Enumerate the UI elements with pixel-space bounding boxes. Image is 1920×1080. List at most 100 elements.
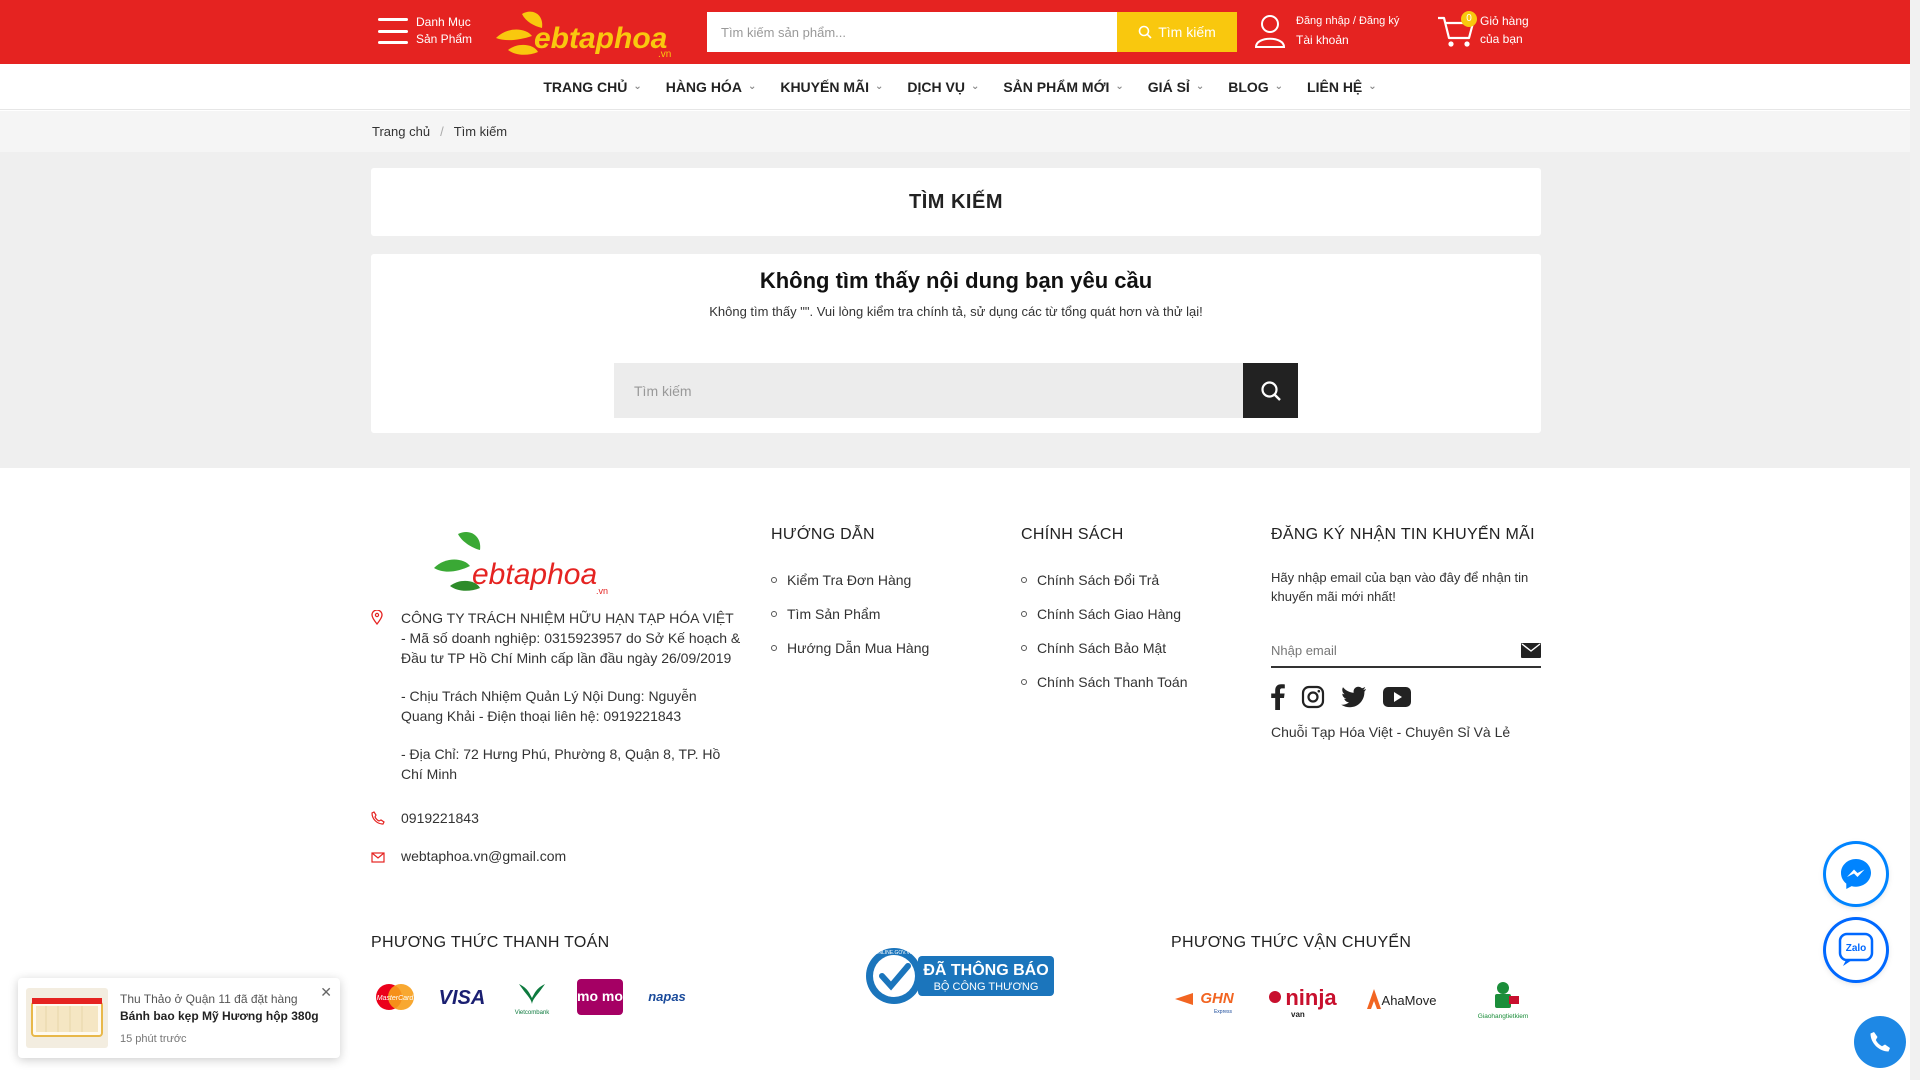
policy-link-shipping[interactable]: Chính Sách Giao Hàng	[1021, 606, 1188, 622]
page-title: TÌM KIẾM	[909, 190, 1003, 213]
facebook-icon[interactable]	[1271, 684, 1285, 710]
phone-icon	[371, 811, 385, 825]
chevron-down-icon: ⌄	[970, 81, 980, 92]
not-found-description: Không tìm thấy "". Vui lòng kiểm tra chí…	[709, 304, 1203, 319]
subscribe-email-input[interactable]	[1271, 642, 1491, 658]
social-links	[1271, 684, 1541, 710]
svg-text:AhaMove: AhaMove	[1382, 993, 1437, 1008]
shipping-logos: GHN Express ninja van AhaMove Giaohangtiet…	[1171, 978, 1543, 1022]
menu-line2: Sản Phẩm	[416, 32, 473, 46]
search-result-card: Không tìm thấy nội dung bạn yêu cầu Khôn…	[371, 254, 1541, 433]
policy-link-returns[interactable]: Chính Sách Đổi Trả	[1021, 572, 1188, 588]
nav-item-contact[interactable]: LIÊN HỆ ⌄	[1307, 79, 1377, 95]
account-line2: Tài khoản	[1296, 33, 1349, 47]
footer-email[interactable]: webtaphoa.vn@gmail.com	[401, 846, 566, 868]
main-nav: TRANG CHỦ ⌄ HÀNG HÓA ⌄ KHUYẾN MÃI ⌄ DỊCH VỤ…	[0, 64, 1920, 110]
youtube-icon[interactable]	[1383, 687, 1411, 707]
nav-item-blog[interactable]: BLOG ⌄	[1228, 79, 1283, 95]
menu-line1: Danh Mục	[416, 15, 471, 29]
page-scrollbar[interactable]	[1910, 0, 1920, 1080]
call-button[interactable]	[1854, 1016, 1906, 1068]
footer-logo[interactable]: ebtaphoa .vn	[428, 528, 618, 598]
gov-badge-line1: ĐÃ THÔNG BÁO	[923, 959, 1048, 979]
ministry-registered-badge[interactable]: ONLINE.GOV.VN ĐÃ THÔNG BÁO BỘ CÔNG THƯƠN…	[864, 946, 1056, 1006]
footer-phone[interactable]: 0919221843	[401, 808, 479, 830]
shipping-methods-title: PHƯƠNG THỨC VẬN CHUYỂN	[1171, 934, 1412, 951]
subscribe-column: ĐĂNG KÝ NHẬN TIN KHUYẾN MÃI Hãy nhập ema…	[1271, 526, 1541, 740]
guide-link-find-product[interactable]: Tìm Sản Phẩm	[771, 606, 929, 622]
company-address: - Địa Chỉ: 72 Hưng Phú, Phường 8, Quận 8…	[401, 746, 721, 782]
company-contact: CÔNG TY TRÁCH NHIỆM HỮU HẠN TẠP HÓA VIỆT…	[371, 608, 741, 884]
hamburger-icon	[378, 18, 408, 44]
chevron-down-icon: ⌄	[875, 81, 884, 92]
header-search-input[interactable]	[707, 12, 1117, 52]
order-buyer: Thu Thảo ở Quận 11 đã đặt hàng	[120, 992, 298, 1006]
zalo-button[interactable]: Zalo	[1826, 920, 1886, 980]
page-search	[614, 363, 1298, 418]
ahamove-logo: AhaMove	[1367, 989, 1437, 1009]
site-logo[interactable]: ebtaphoa .vn	[488, 6, 688, 60]
svg-text:GHN: GHN	[1200, 990, 1235, 1007]
messenger-button[interactable]	[1826, 844, 1886, 904]
nav-item-promotions[interactable]: KHUYẾN MÃI ⌄	[780, 79, 883, 95]
vietcombank-logo: Vietcombank	[515, 984, 551, 1016]
svg-text:Vietcombank: Vietcombank	[515, 1010, 551, 1016]
ghn-logo: GHN Express	[1175, 990, 1235, 1015]
momo-logo: mo mo	[577, 979, 623, 1015]
nav-item-services[interactable]: DỊCH VỤ ⌄	[907, 79, 979, 95]
svg-text:Express: Express	[1214, 1009, 1233, 1015]
user-icon	[1254, 15, 1286, 48]
category-menu-button[interactable]: Danh Mục Sản Phẩm	[378, 14, 472, 48]
page-search-button[interactable]	[1243, 363, 1298, 418]
napas-logo: napas	[648, 989, 686, 1004]
payment-methods-title: PHƯƠNG THỨC THANH TOÁN	[371, 934, 610, 951]
nav-item-products[interactable]: HÀNG HÓA ⌄	[666, 79, 757, 95]
gov-badge-ring: ONLINE.GOV.VN	[875, 950, 914, 956]
search-icon	[1138, 25, 1152, 39]
subscribe-form	[1271, 634, 1541, 668]
cart-link[interactable]: 0 Giỏ hàng của bạn	[1436, 10, 1529, 50]
giaohangtietkiem-logo: Giaohangtietkiem	[1478, 982, 1529, 1020]
zalo-icon: Zalo	[1838, 932, 1874, 966]
svg-text:ninja: ninja	[1285, 985, 1337, 1010]
close-icon[interactable]: ✕	[320, 984, 332, 1001]
svg-text:van: van	[1291, 1010, 1305, 1019]
page-search-input[interactable]	[614, 363, 1243, 418]
account-link[interactable]: Đăng nhập / Đăng ký Tài khoản	[1254, 12, 1399, 50]
instagram-icon[interactable]	[1301, 685, 1325, 709]
cart-line2: của bạn	[1480, 32, 1523, 46]
recent-order-popup[interactable]: Thu Thảo ở Quận 11 đã đặt hàng Bánh bao …	[18, 978, 340, 1058]
company-info: CÔNG TY TRÁCH NHIỆM HỮU HẠN TẠP HÓA VIỆT…	[401, 610, 741, 666]
svg-text:Giaohangtietkiem: Giaohangtietkiem	[1478, 1013, 1529, 1020]
policy-link-privacy[interactable]: Chính Sách Bảo Mật	[1021, 640, 1188, 656]
svg-text:MasterCard: MasterCard	[377, 995, 415, 1002]
svg-text:mo mo: mo mo	[577, 988, 623, 1004]
twitter-icon[interactable]	[1341, 686, 1367, 708]
chevron-down-icon: ⌄	[1368, 81, 1377, 92]
mastercard-logo: MasterCard	[376, 984, 415, 1010]
payment-logos: MasterCard VISA Vietcombank mo mo napas	[371, 978, 695, 1016]
guide-column: HƯỚNG DẪN Kiểm Tra Đơn Hàng Tìm Sản Phẩm…	[771, 526, 929, 674]
breadcrumb-separator: /	[440, 124, 444, 139]
messenger-icon	[1841, 859, 1871, 889]
chevron-down-icon: ⌄	[633, 81, 642, 92]
policy-title: CHÍNH SÁCH	[1021, 526, 1124, 543]
nav-item-home[interactable]: TRANG CHỦ ⌄	[543, 79, 641, 95]
guide-link-how-to-buy[interactable]: Hướng Dẫn Mua Hàng	[771, 640, 929, 656]
policy-column: CHÍNH SÁCH Chính Sách Đổi Trả Chính Sách…	[1021, 526, 1188, 708]
order-product[interactable]: Bánh bao kẹp Mỹ Hương hộp 380g	[120, 1009, 319, 1023]
zalo-label: Zalo	[1846, 943, 1867, 954]
header-search-button[interactable]: Tìm kiếm	[1117, 12, 1237, 52]
phone-icon	[1870, 1032, 1890, 1052]
account-line1: Đăng nhập / Đăng ký	[1296, 15, 1400, 27]
ninjavan-logo: ninjavan	[1269, 985, 1337, 1019]
send-mail-icon[interactable]	[1521, 642, 1541, 658]
breadcrumb-bar: Trang chủ / Tìm kiếm	[0, 111, 1920, 152]
order-time: 15 phút trước	[120, 1033, 187, 1045]
policy-link-payment[interactable]: Chính Sách Thanh Toán	[1021, 674, 1188, 690]
guide-link-order-check[interactable]: Kiểm Tra Đơn Hàng	[771, 572, 929, 588]
nav-item-new-products[interactable]: SẢN PHẨM MỚI ⌄	[1003, 79, 1123, 95]
nav-item-wholesale[interactable]: GIÁ SỈ ⌄	[1148, 79, 1204, 95]
location-icon	[371, 609, 383, 626]
breadcrumb-home[interactable]: Trang chủ	[372, 124, 430, 139]
